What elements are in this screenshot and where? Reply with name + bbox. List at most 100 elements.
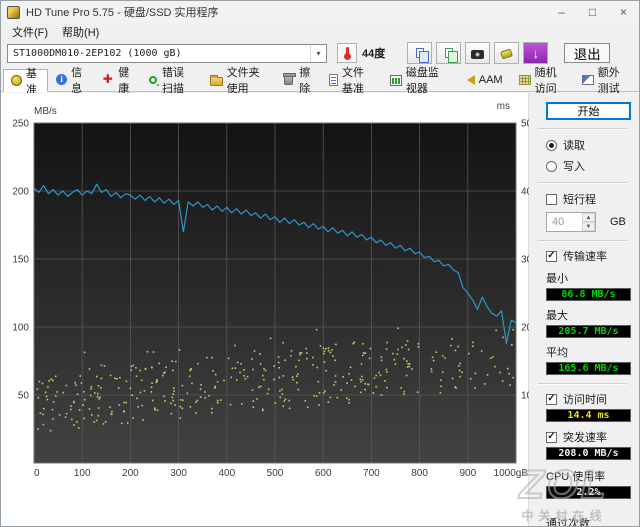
temperature-button[interactable]	[337, 43, 357, 63]
spinner-up-icon[interactable]: ▲	[582, 213, 595, 222]
short-stroke-checkbox[interactable]	[546, 193, 557, 205]
exit-button[interactable]: 退出	[564, 43, 611, 63]
tab-label: 擦除	[299, 66, 311, 95]
tab-disk-monitor[interactable]: 磁盘监视器	[382, 67, 454, 95]
access-time-checkbox[interactable]	[546, 393, 557, 405]
short-stroke-size-spinner[interactable]: 40 ▲ ▼	[546, 212, 596, 232]
svg-text:400: 400	[218, 468, 235, 479]
tab-label: 信息	[71, 66, 83, 95]
write-label: 写入	[563, 161, 585, 173]
min-value-display: 86.8 MB/s	[546, 288, 631, 301]
health-icon	[101, 73, 114, 86]
drive-select[interactable]: ST1000DM010-2EP102 (1000 gB) ▾	[7, 43, 327, 63]
close-button[interactable]: ×	[608, 1, 639, 23]
burst-rate-label: 突发速率	[563, 432, 607, 444]
svg-text:300: 300	[170, 468, 187, 479]
svg-text:700: 700	[363, 468, 380, 479]
window-controls: – □ ×	[546, 1, 639, 23]
copy-screenshot-button[interactable]	[407, 42, 433, 64]
title-bar: HD Tune Pro 5.75 - 硬盘/SSD 实用程序 – □ ×	[1, 1, 639, 23]
svg-text:800: 800	[411, 468, 428, 479]
svg-text:0: 0	[34, 468, 40, 479]
minimize-button[interactable]: –	[546, 1, 577, 23]
tab-health[interactable]: 健康	[93, 67, 140, 95]
cpu-usage-label: CPU 使用率	[546, 471, 606, 483]
control-panel: 开始 读取 写入 短行程 40 ▲ ▼ GB ✓ 传输速率 最小 86.8 MB…	[528, 93, 639, 526]
tab-info[interactable]: 信息	[48, 67, 93, 95]
divider	[538, 383, 627, 385]
tab-aam[interactable]: AAM	[454, 68, 511, 91]
pass-count-label: 通过次数	[546, 518, 590, 527]
tab-label: AAM	[478, 73, 503, 86]
download-icon	[524, 43, 548, 63]
svg-text:150: 150	[12, 255, 29, 266]
svg-text:MB/s: MB/s	[34, 106, 57, 117]
tab-erase[interactable]: 擦除	[274, 67, 321, 95]
burst-rate-checkbox[interactable]	[546, 431, 557, 443]
tab-error-scan[interactable]: 错误扫描	[140, 67, 202, 95]
avg-value-display: 165.6 MB/s	[546, 362, 631, 375]
drive-select-value: ST1000DM010-2EP102 (1000 gB)	[13, 47, 182, 59]
error-scan-icon	[148, 75, 157, 84]
benchmark-chart-region: 2502001501005050403020100100200300400500…	[1, 93, 529, 526]
write-radio-row[interactable]: 写入	[546, 158, 631, 174]
max-value-display: 205.7 MB/s	[546, 325, 631, 338]
read-radio[interactable]	[546, 139, 557, 151]
copy-text-button[interactable]	[436, 42, 462, 64]
hd-tune-window: HD Tune Pro 5.75 - 硬盘/SSD 实用程序 – □ × 文件(…	[0, 0, 640, 527]
svg-text:10: 10	[521, 391, 529, 402]
random-access-icon	[518, 75, 531, 85]
svg-text:600: 600	[315, 468, 332, 479]
copy-text-icon	[444, 48, 458, 63]
write-radio[interactable]	[546, 160, 557, 172]
cpu-usage-display: 2.2%	[546, 486, 631, 499]
svg-text:200: 200	[12, 187, 29, 198]
start-button[interactable]: 开始	[546, 102, 631, 120]
save-gold-button[interactable]	[494, 42, 520, 64]
chevron-down-icon[interactable]: ▾	[310, 44, 326, 62]
tab-file-benchmark[interactable]: 文件基准	[321, 67, 382, 95]
maximize-button[interactable]: □	[577, 1, 608, 23]
menu-help[interactable]: 帮助(H)	[55, 23, 106, 41]
short-stroke-label: 短行程	[563, 194, 596, 206]
svg-text:500: 500	[267, 468, 284, 479]
access-time-row[interactable]: 访问时间	[546, 391, 631, 407]
temperature-display: 44度	[337, 43, 385, 63]
svg-text:100: 100	[12, 323, 29, 334]
min-label: 最小	[546, 273, 568, 285]
transfer-rate-row[interactable]: 传输速率	[546, 248, 631, 264]
avg-label: 平均	[546, 347, 568, 359]
tab-label: 健康	[118, 66, 130, 95]
menu-file[interactable]: 文件(F)	[5, 23, 55, 41]
tab-extra-tests[interactable]: 额外测试	[574, 67, 637, 95]
toolbar-buttons	[407, 42, 549, 64]
spinner-arrows: ▲ ▼	[582, 213, 595, 231]
tab-label: 文件基准	[341, 66, 364, 95]
burst-rate-row[interactable]: 突发速率	[546, 429, 631, 445]
short-stroke-row[interactable]: 短行程	[546, 191, 631, 207]
svg-text:1000gB: 1000gB	[494, 468, 529, 479]
camera-button[interactable]	[465, 42, 491, 64]
download-button[interactable]	[523, 42, 549, 64]
copy-screenshot-icon	[415, 48, 429, 63]
gb-unit-label: GB	[610, 216, 626, 228]
toolbar: ST1000DM010-2EP102 (1000 gB) ▾ 44度 退出	[1, 40, 639, 66]
divider	[538, 182, 627, 184]
read-radio-row[interactable]: 读取	[546, 137, 631, 153]
spinner-down-icon[interactable]: ▼	[582, 222, 595, 231]
tab-random-access[interactable]: 随机访问	[511, 67, 574, 95]
transfer-rate-checkbox[interactable]	[546, 250, 557, 262]
tab-benchmark[interactable]: 基准	[3, 68, 49, 96]
camera-icon	[471, 49, 485, 59]
access-time-display: 14.4 ms	[546, 409, 631, 422]
burst-rate-display: 208.0 MB/s	[546, 447, 631, 460]
svg-text:ms: ms	[497, 101, 510, 112]
svg-text:40: 40	[521, 187, 529, 198]
main-content: 2502001501005050403020100100200300400500…	[1, 93, 639, 526]
svg-text:900: 900	[459, 468, 476, 479]
disk-monitor-icon	[389, 74, 402, 86]
tab-label: 基准	[26, 67, 37, 96]
tab-folder-usage[interactable]: 文件夹使用	[202, 67, 275, 95]
folder-usage-icon	[209, 74, 223, 86]
extra-tests-icon	[581, 75, 594, 85]
